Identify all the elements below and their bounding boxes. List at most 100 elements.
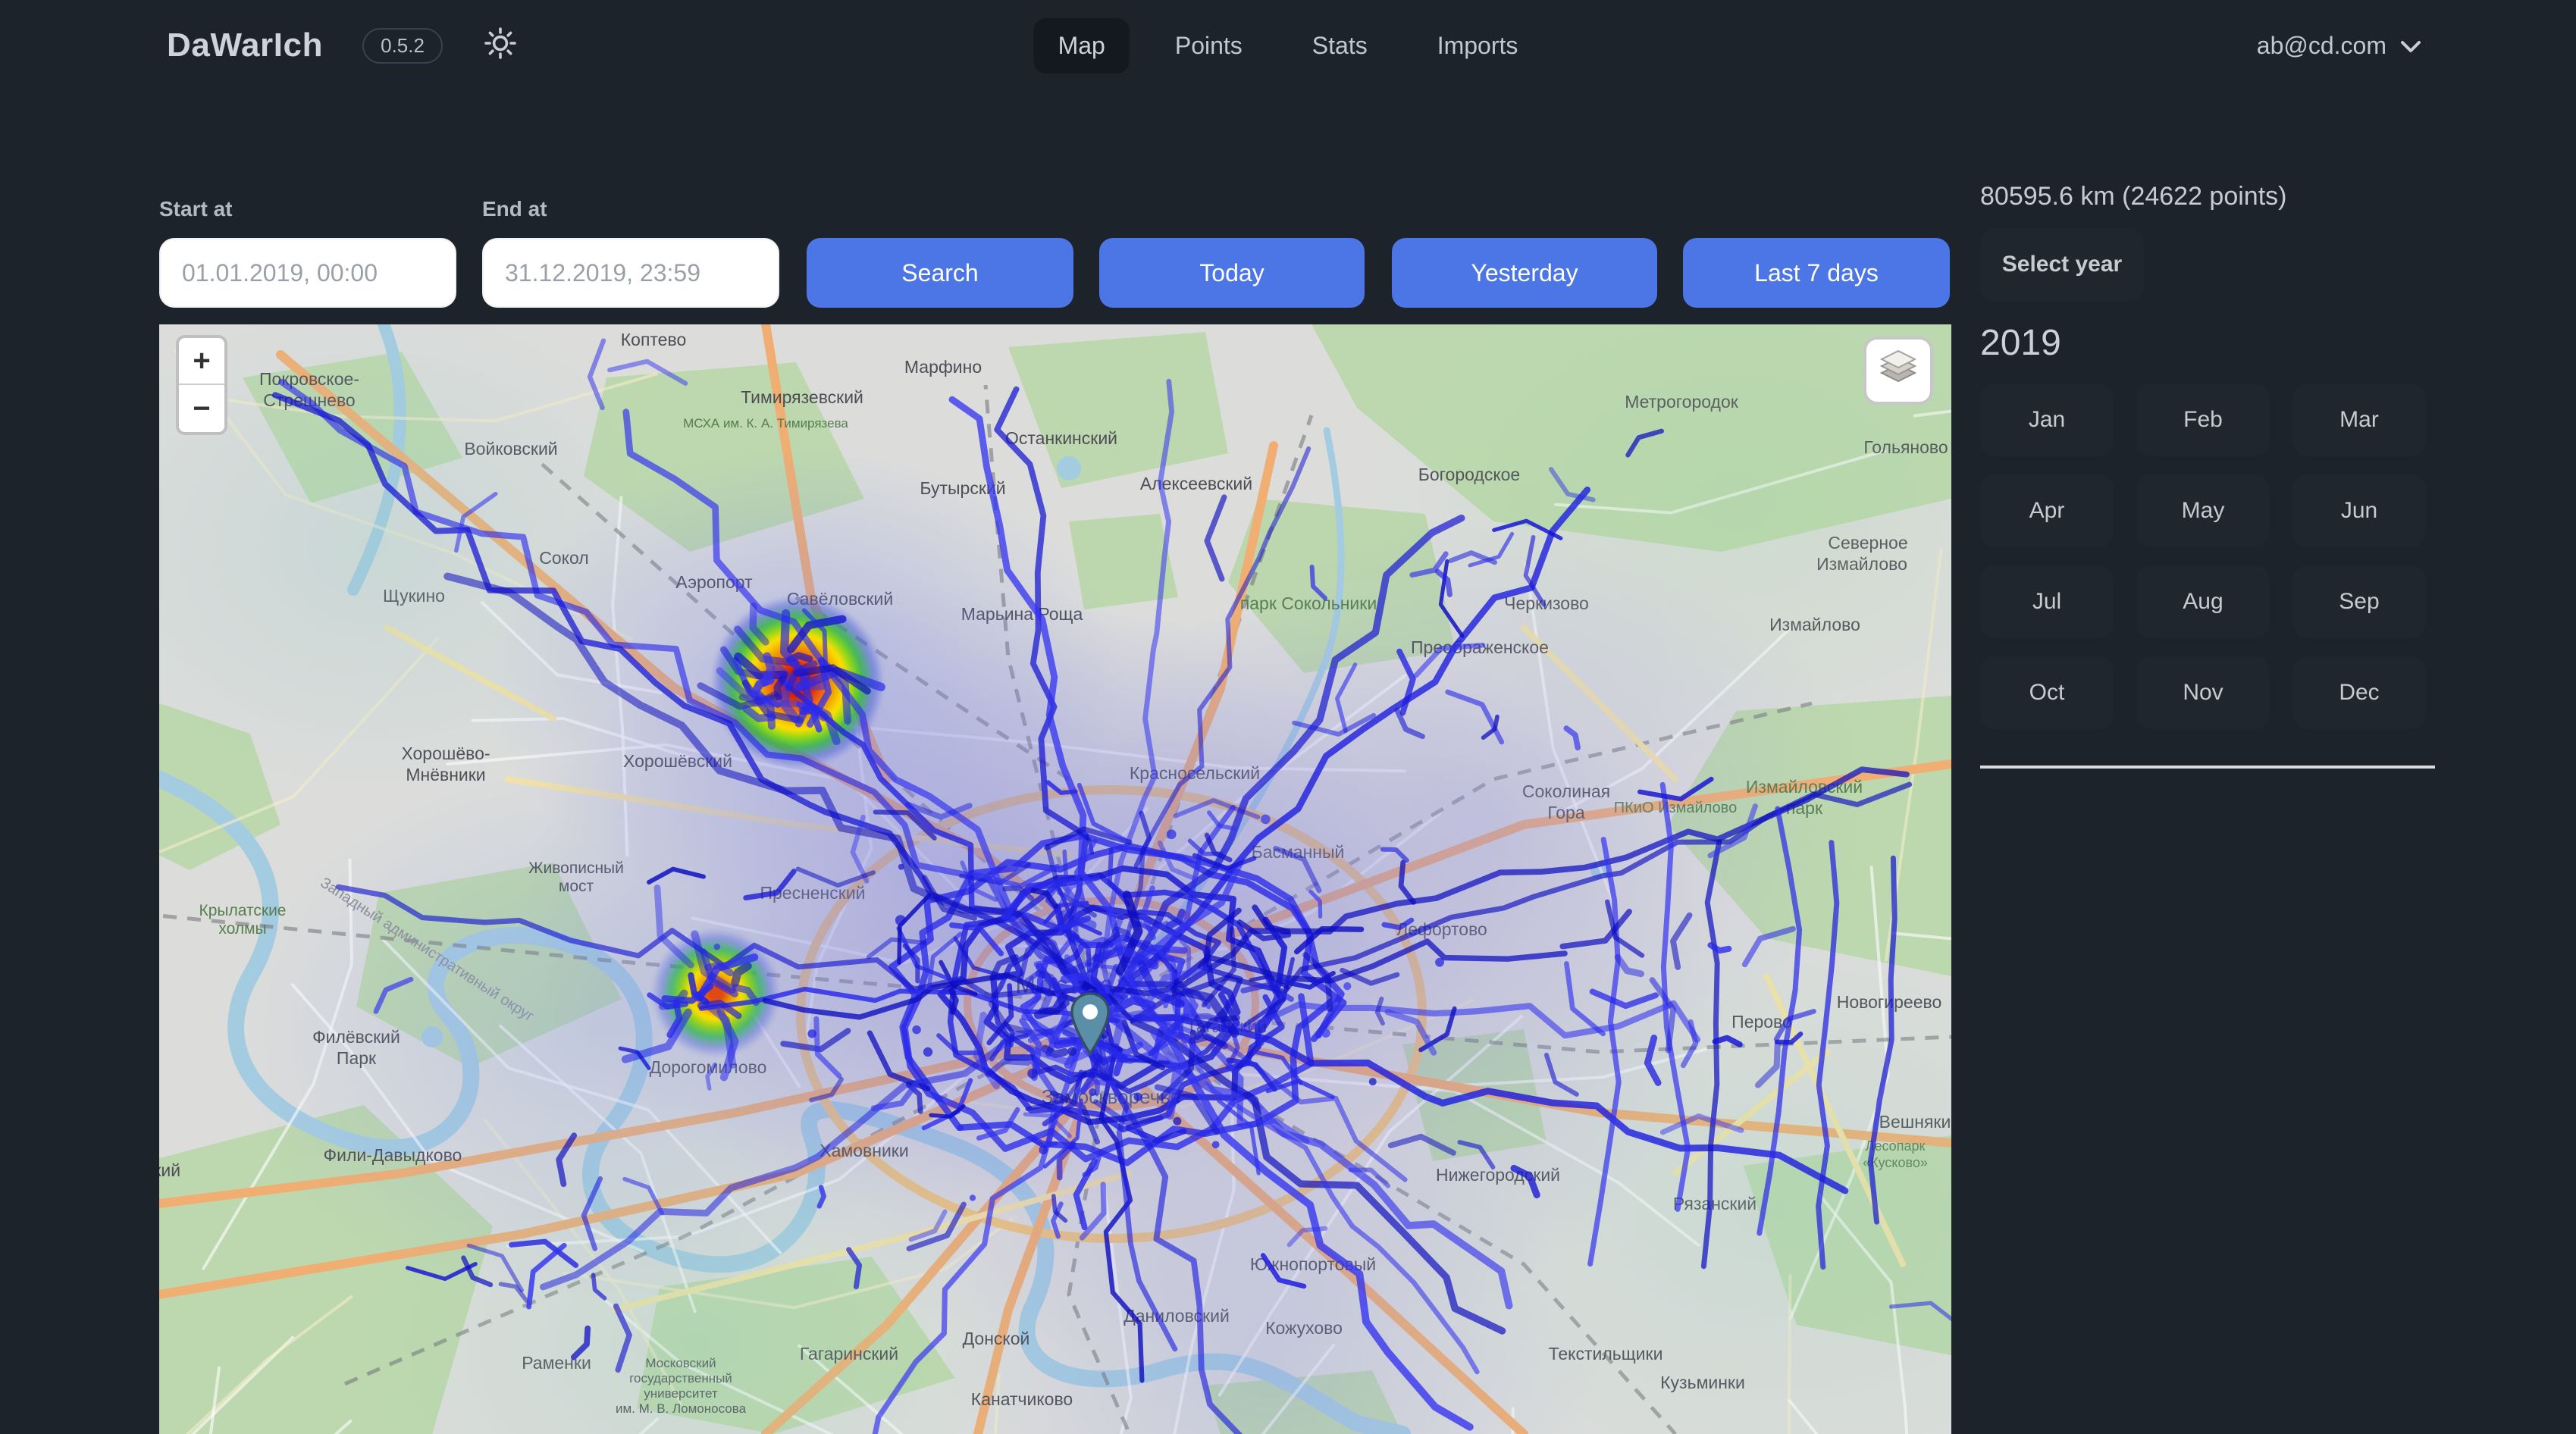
svg-text:Таганский: Таганский — [1186, 1016, 1267, 1036]
svg-text:Кузьминки: Кузьминки — [1660, 1373, 1745, 1392]
svg-text:Пресненский: Пресненский — [760, 883, 865, 903]
svg-text:Замоскворечье: Замоскворечье — [1042, 1085, 1181, 1108]
year-sidebar: 80595.6 km (24622 points) Select year 20… — [1980, 182, 2450, 769]
app-logo: DaWarIch — [167, 27, 323, 64]
svg-text:Хорошёвский: Хорошёвский — [623, 751, 732, 771]
svg-text:Богородское: Богородское — [1418, 465, 1520, 484]
month-button-apr[interactable]: Apr — [1980, 474, 2114, 547]
map-zoom-control: + − — [176, 335, 227, 435]
svg-text:Можайский: Можайский — [159, 1160, 180, 1180]
month-button-jun[interactable]: Jun — [2292, 474, 2426, 547]
month-button-dec[interactable]: Dec — [2292, 656, 2426, 729]
svg-text:мост: мост — [559, 878, 594, 895]
svg-text:Измайлово: Измайлово — [1816, 554, 1907, 574]
search-button[interactable]: Search — [807, 238, 1073, 308]
nav-tab-stats[interactable]: Stats — [1288, 18, 1392, 74]
svg-text:Рязанский: Рязанский — [1673, 1194, 1757, 1213]
svg-text:Филёвский: Филёвский — [312, 1027, 400, 1047]
start-at-input[interactable] — [159, 238, 456, 308]
svg-text:Черкизово: Черкизово — [1504, 593, 1589, 613]
month-button-jan[interactable]: Jan — [1980, 384, 2114, 456]
svg-text:Даниловский: Даниловский — [1123, 1306, 1230, 1326]
svg-text:Южнопортовый: Южнопортовый — [1250, 1254, 1376, 1274]
svg-text:Москва: Москва — [1015, 971, 1116, 998]
map-layers-button[interactable] — [1863, 337, 1933, 405]
svg-text:ПКиО Измайлово: ПКиО Измайлово — [1614, 800, 1737, 816]
nav-tab-map[interactable]: Map — [1034, 18, 1130, 74]
theme-toggle-button[interactable] — [482, 25, 519, 67]
last-7-days-button[interactable]: Last 7 days — [1683, 238, 1950, 308]
svg-text:Гагаринский: Гагаринский — [800, 1344, 898, 1364]
svg-text:Беговой: Беговой — [785, 710, 850, 730]
month-button-mar[interactable]: Mar — [2292, 384, 2426, 456]
svg-text:Останкинский: Останкинский — [1005, 428, 1117, 448]
svg-text:парк: парк — [1786, 798, 1823, 818]
svg-text:Фили-Давыдково: Фили-Давыдково — [324, 1145, 462, 1165]
svg-text:Парк: Парк — [337, 1048, 377, 1068]
svg-text:Лесопарк: Лесопарк — [1866, 1138, 1926, 1154]
main-nav: Map Points Stats Imports — [1034, 0, 1543, 91]
map[interactable]: Покровское-СтрешневоКоптевоМарфиноТимиря… — [159, 324, 1951, 1434]
svg-text:Нижегородский: Нижегородский — [1436, 1165, 1560, 1185]
svg-text:Покровское-: Покровское- — [259, 369, 359, 389]
svg-text:Перово: Перово — [1731, 1012, 1792, 1032]
svg-text:Гора: Гора — [1547, 803, 1584, 822]
svg-text:Хорошёво-: Хорошёво- — [401, 744, 490, 763]
month-button-nov[interactable]: Nov — [2136, 656, 2270, 729]
svg-text:парк Сокольники: парк Сокольники — [1240, 593, 1377, 613]
month-button-feb[interactable]: Feb — [2136, 384, 2270, 456]
svg-text:Красносельский: Красносельский — [1130, 763, 1260, 783]
svg-text:Алексеевский: Алексеевский — [1140, 474, 1252, 493]
base-map-tiles: Покровское-СтрешневоКоптевоМарфиноТимиря… — [159, 324, 1951, 1434]
select-year-button[interactable]: Select year — [1980, 228, 2144, 301]
svg-text:Донской: Донской — [963, 1329, 1030, 1348]
nav-tab-points[interactable]: Points — [1151, 18, 1267, 74]
svg-text:Раменки: Раменки — [522, 1353, 591, 1373]
svg-text:Мнёвники: Мнёвники — [406, 765, 485, 784]
svg-text:Крылатские: Крылатские — [199, 902, 287, 919]
svg-text:Московский: Московский — [645, 1356, 716, 1370]
month-button-jul[interactable]: Jul — [1980, 565, 2114, 638]
svg-text:Метрогородок: Метрогородок — [1625, 392, 1739, 412]
svg-text:Сокол: Сокол — [539, 548, 588, 568]
svg-text:Хамовники: Хамовники — [819, 1141, 908, 1160]
svg-text:университет: университет — [644, 1386, 718, 1401]
svg-text:Коптево: Коптево — [621, 330, 686, 349]
svg-text:Гольяново: Гольяново — [1863, 437, 1948, 457]
sun-icon — [482, 25, 519, 67]
svg-text:Канатчиково: Канатчиково — [971, 1389, 1073, 1409]
svg-text:«Кусково»: «Кусково» — [1863, 1155, 1928, 1170]
svg-text:Савёловский: Савёловский — [787, 589, 893, 609]
app-header: DaWarIch 0.5.2 Map Points Stats Imports … — [0, 0, 2576, 91]
svg-text:Марьина Роща: Марьина Роща — [961, 604, 1083, 624]
svg-text:Новогиреево: Новогиреево — [1837, 992, 1942, 1012]
end-at-label: End at — [482, 197, 547, 221]
svg-text:Марфино: Марфино — [904, 357, 982, 377]
month-button-oct[interactable]: Oct — [1980, 656, 2114, 729]
month-button-aug[interactable]: Aug — [2136, 565, 2270, 638]
month-button-may[interactable]: May — [2136, 474, 2270, 547]
svg-text:государственный: государственный — [629, 1371, 732, 1385]
year-heading: 2019 — [1980, 322, 2450, 364]
end-at-input[interactable] — [482, 238, 779, 308]
user-email: ab@cd.com — [2257, 32, 2386, 60]
user-menu[interactable]: ab@cd.com — [2257, 0, 2421, 91]
yesterday-button[interactable]: Yesterday — [1392, 238, 1657, 308]
month-button-sep[interactable]: Sep — [2292, 565, 2426, 638]
svg-text:Кожухово: Кожухово — [1265, 1318, 1343, 1338]
svg-text:им. М. В. Ломоносова: им. М. В. Ломоносова — [616, 1401, 747, 1416]
today-button[interactable]: Today — [1099, 238, 1365, 308]
svg-text:Щукино: Щукино — [383, 586, 445, 606]
svg-text:Измайловский: Измайловский — [1746, 777, 1863, 797]
start-at-label: Start at — [159, 197, 232, 221]
zoom-in-button[interactable]: + — [179, 338, 224, 385]
distance-stats: 80595.6 km (24622 points) — [1980, 182, 2450, 211]
nav-tab-imports[interactable]: Imports — [1413, 18, 1543, 74]
svg-text:Войковский: Войковский — [464, 439, 557, 459]
svg-text:Северное: Северное — [1828, 533, 1907, 553]
svg-text:Лефортово: Лефортово — [1396, 919, 1487, 939]
svg-text:Живописный: Живописный — [528, 859, 624, 877]
zoom-out-button[interactable]: − — [179, 385, 224, 432]
svg-text:Соколиная: Соколиная — [1522, 781, 1610, 801]
svg-text:Стрешнево: Стрешнево — [263, 390, 355, 410]
